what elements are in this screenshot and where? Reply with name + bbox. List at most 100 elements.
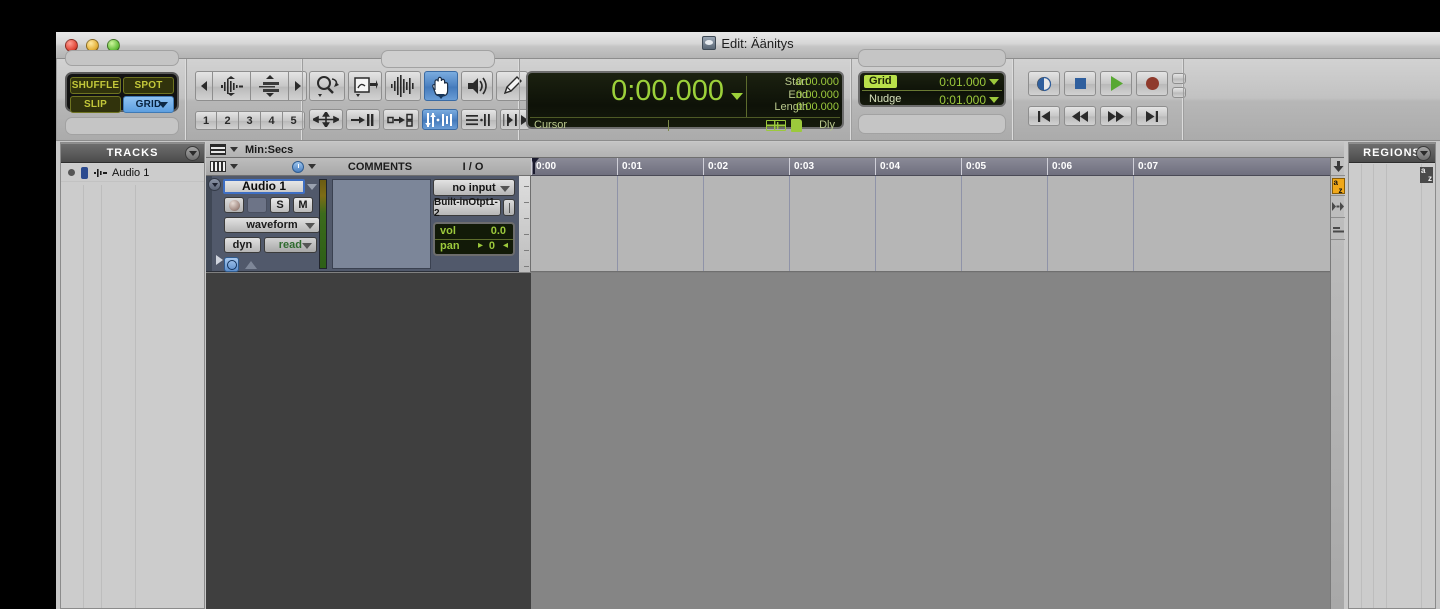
timeline-ruler[interactable]: 0:00 0:01 0:02 0:03 0:04 0:05 0:06 0:07	[531, 158, 1330, 176]
return-to-zero-button[interactable]	[1028, 106, 1060, 126]
chevron-down-icon[interactable]	[230, 147, 238, 152]
dynamics-button[interactable]: dyn	[224, 237, 261, 253]
zoom-previous-button[interactable]	[195, 71, 213, 101]
mirror-midi-edit-button[interactable]	[422, 109, 458, 130]
timebase-clock-icon[interactable]	[224, 257, 239, 272]
trim-tool[interactable]	[348, 71, 382, 101]
tools-row	[309, 71, 528, 101]
regions-panel-menu-button[interactable]	[1416, 145, 1431, 161]
link-track-edit-button[interactable]	[383, 109, 419, 130]
a-to-z-sort-icon[interactable]: az	[1420, 167, 1433, 183]
fast-forward-button[interactable]	[1100, 106, 1132, 126]
track-height-zoom-button[interactable]	[251, 71, 289, 101]
horizontal-zoom-icon[interactable]	[1331, 218, 1345, 240]
track-input-selector[interactable]: no input	[433, 179, 515, 196]
chevron-down-icon[interactable]	[230, 164, 238, 169]
ruler-view-icon[interactable]	[210, 144, 226, 155]
nudge-right-icon[interactable]	[1331, 196, 1345, 218]
record-button[interactable]	[1136, 71, 1168, 96]
edit-mode-shuffle[interactable]: SHUFFLE	[70, 77, 121, 94]
go-to-end-button[interactable]	[1136, 106, 1168, 126]
edit-mode-grid[interactable]: GRID	[123, 96, 174, 113]
online-button[interactable]	[1028, 71, 1060, 96]
output-link-button[interactable]	[503, 199, 515, 216]
timeline-insertion-icon[interactable]	[766, 120, 786, 131]
edit-mode-slip[interactable]: SLIP	[70, 96, 121, 113]
nudge-row[interactable]: Nudge 0:01.000	[860, 91, 1004, 108]
grid-nudge-display[interactable]: Grid 0:01.000 Nudge 0:01.000	[858, 71, 1006, 107]
track-visibility-dot-icon[interactable]	[68, 169, 75, 176]
chevron-down-icon[interactable]	[308, 164, 316, 169]
start-value[interactable]: 0:00.000	[773, 76, 839, 89]
a-to-z-sort-icon[interactable]: az	[1331, 176, 1345, 196]
record-arm-button[interactable]	[224, 197, 244, 213]
sort-az-badge: az	[1331, 177, 1345, 195]
grid-row[interactable]: Grid 0:01.000	[860, 73, 1004, 90]
track-playlist-lane[interactable]	[531, 176, 1330, 272]
zoomer-tool[interactable]	[309, 71, 345, 101]
volume-row[interactable]: vol 0.0	[435, 225, 513, 240]
scrubber-tool[interactable]	[461, 71, 493, 101]
pan-right-arrow-icon: ◂	[502, 240, 508, 251]
grabber-hand-tool[interactable]	[424, 71, 458, 101]
timeline-tick: 0:06	[1047, 158, 1072, 175]
delay-compensation-label: Dly	[819, 119, 835, 131]
main-panels: TRACKS Audio 1 Min:Secs COMMENTS I / O 0…	[56, 142, 1440, 609]
chevron-down-icon[interactable]	[989, 79, 999, 85]
waveform-zoom-button[interactable]	[213, 71, 251, 101]
chevron-down-icon[interactable]	[989, 97, 999, 103]
automation-mode-selector[interactable]: read	[263, 237, 317, 253]
track-collapse-button[interactable]	[208, 178, 221, 191]
zoom-preset-2[interactable]: 2	[217, 111, 239, 130]
counter-group: 0:00.000 Start End Length 0:00.000 0:00.…	[519, 59, 851, 140]
io-column-header: I / O	[462, 160, 484, 173]
chevron-down-icon	[437, 94, 445, 99]
edit-mode-selector[interactable]: SHUFFLE SPOT SLIP GRID	[65, 72, 179, 113]
track-expand-triangle-icon[interactable]	[216, 255, 223, 265]
tracks-panel-menu-button[interactable]	[185, 145, 200, 161]
link-timeline-edit-button[interactable]	[346, 109, 380, 130]
input-monitor-button[interactable]	[247, 197, 267, 213]
zoom-preset-4[interactable]: 4	[261, 111, 283, 130]
elastic-audio-icon[interactable]	[245, 260, 257, 269]
grid-label: Grid	[864, 75, 897, 88]
track-comments-field[interactable]	[332, 179, 431, 269]
chevron-down-icon	[302, 243, 312, 249]
track-name-field[interactable]: Audio 1	[223, 179, 305, 194]
track-menu-chevron-down-icon[interactable]	[307, 183, 317, 190]
stop-button[interactable]	[1064, 71, 1096, 96]
insertion-follows-playback-button[interactable]	[461, 109, 497, 130]
track-view-selector[interactable]: waveform	[224, 217, 320, 233]
edit-mode-spot[interactable]: SPOT	[123, 77, 174, 94]
session-start-icon[interactable]	[791, 119, 802, 132]
timeline-tick: 0:07	[1133, 158, 1158, 175]
tracks-list-item[interactable]: Audio 1	[61, 164, 204, 182]
mute-button[interactable]: M	[293, 197, 313, 213]
chevron-down-icon	[500, 186, 510, 192]
rewind-button[interactable]	[1064, 106, 1096, 126]
length-value[interactable]: 0:00.000	[773, 101, 839, 114]
chevron-down-icon[interactable]	[731, 93, 743, 100]
main-counter-display[interactable]: 0:00.000 Start End Length 0:00.000 0:00.…	[526, 71, 844, 132]
transport-top-row	[1028, 71, 1168, 96]
regions-list-body[interactable]: az	[1349, 164, 1435, 608]
solo-button[interactable]: S	[270, 197, 290, 213]
track-view-grip-icon[interactable]	[210, 161, 226, 172]
play-button[interactable]	[1100, 71, 1132, 96]
edit-canvas-background[interactable]	[531, 273, 1330, 609]
track-automation-row: dyn read	[224, 237, 317, 253]
toolbar-right-filler	[1183, 59, 1440, 140]
tab-to-transient-button[interactable]	[309, 109, 343, 130]
track-control-strip: Audio 1 S M waveform dyn read no input B…	[206, 176, 531, 272]
zoom-preset-1[interactable]: 1	[195, 111, 217, 130]
edit-mode-group: SHUFFLE SPOT SLIP GRID	[56, 50, 186, 140]
chevron-down-icon	[211, 182, 218, 187]
scroll-down-icon[interactable]	[1331, 158, 1345, 176]
zoom-preset-3[interactable]: 3	[239, 111, 261, 130]
track-output-selector[interactable]: Built-inOtpt1-2	[433, 197, 501, 219]
selector-tool[interactable]	[385, 71, 421, 101]
end-value[interactable]: 0:00.000	[773, 89, 839, 102]
grid-value: 0:01.000	[939, 75, 986, 89]
clock-icon[interactable]	[292, 160, 304, 173]
pan-row[interactable]: pan ▸ 0 ◂	[435, 240, 513, 255]
